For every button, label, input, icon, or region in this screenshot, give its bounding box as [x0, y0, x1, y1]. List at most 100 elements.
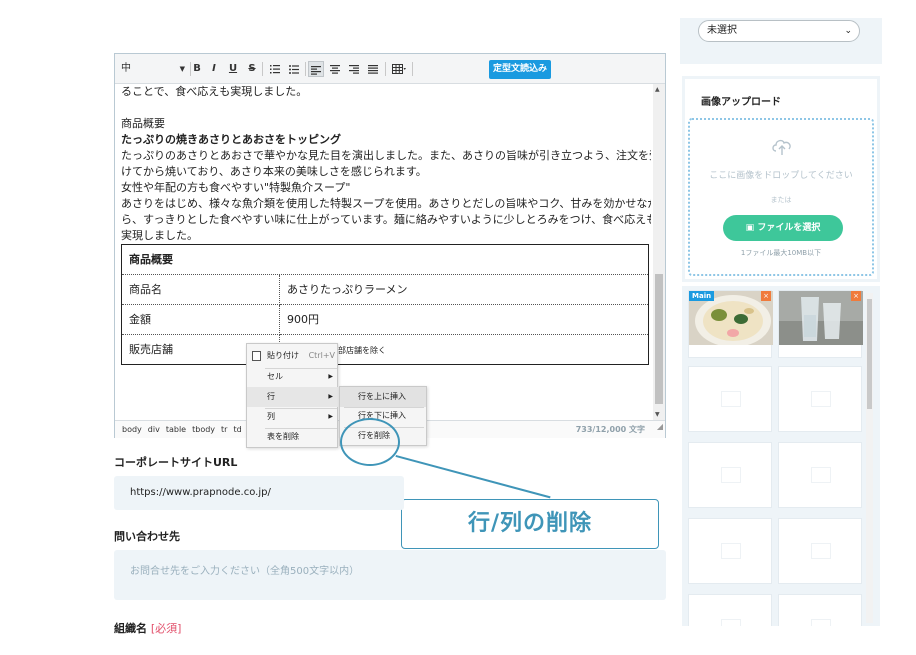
- submenu-arrow-icon: ▶: [328, 413, 333, 420]
- content-heading: たっぷりの焼きあさりとあおさをトッピング: [121, 133, 341, 146]
- path-item[interactable]: tr: [221, 425, 227, 434]
- remove-image-icon[interactable]: ×: [761, 291, 771, 301]
- image-dropzone[interactable]: ここに画像をドロップしてください または ▣ ファイルを選択 1ファイル最大10…: [688, 118, 874, 276]
- contact-label: 問い合わせ先: [114, 530, 180, 543]
- scrollbar-thumb[interactable]: [655, 274, 663, 404]
- chevron-down-icon: ⌄: [844, 26, 852, 36]
- underline-button[interactable]: U: [225, 61, 241, 77]
- path-item[interactable]: body: [122, 425, 142, 434]
- align-center-button[interactable]: [327, 61, 343, 77]
- load-template-button[interactable]: 定型文読込み: [489, 60, 551, 79]
- image-grid-scrollbar[interactable]: [866, 293, 873, 623]
- image-placeholder-icon: [721, 467, 741, 483]
- path-item[interactable]: td: [233, 425, 241, 434]
- table-cell-label[interactable]: 商品名: [121, 274, 280, 305]
- align-right-button[interactable]: [346, 61, 362, 77]
- org-label: 組織名 [必須]: [114, 620, 181, 636]
- upload-title: 画像アップロード: [701, 97, 781, 108]
- image-placeholder-icon: [811, 619, 831, 626]
- image-placeholder-icon: [811, 391, 831, 407]
- empty-image-slot[interactable]: [688, 518, 772, 584]
- contact-textarea[interactable]: お問合せ先をご入力ください（全角500文字以内）: [114, 550, 666, 600]
- scrollbar-thumb[interactable]: [867, 299, 872, 409]
- image-placeholder-icon: [721, 543, 741, 559]
- annotation-circle: [340, 418, 400, 466]
- editor-content[interactable]: ることで、食べ応えも実現しました。 商品概要 たっぷりの焼きあさりとあおさをトッ…: [121, 84, 651, 420]
- align-center-icon: [330, 65, 340, 74]
- align-justify-icon: [368, 65, 378, 74]
- rich-text-editor[interactable]: 中 ▼ B I U S 定型文読込み ることで、食べ応えも実現しました。 商品概…: [114, 53, 666, 438]
- path-item[interactable]: table: [166, 425, 186, 434]
- corporate-url-input[interactable]: https://www.prapnode.co.jp/: [114, 476, 404, 510]
- empty-image-slot[interactable]: [778, 594, 862, 626]
- status-select[interactable]: 未選択 ⌄: [698, 20, 860, 42]
- menu-item-delete-table[interactable]: 表を削除: [247, 427, 339, 447]
- menu-item-column[interactable]: 列 ▶: [247, 407, 339, 427]
- menu-item-row[interactable]: 行 ▶: [247, 387, 339, 407]
- path-item[interactable]: tbody: [192, 425, 215, 434]
- editor-scrollbar[interactable]: ▲ ▼: [653, 84, 665, 420]
- font-size-select[interactable]: 中 ▼: [121, 61, 185, 77]
- empty-image-slot[interactable]: [778, 518, 862, 584]
- italic-button[interactable]: I: [206, 61, 222, 77]
- ordered-list-icon: [270, 65, 280, 74]
- remove-image-icon[interactable]: ×: [851, 291, 861, 301]
- scroll-down-icon[interactable]: ▼: [655, 411, 660, 418]
- empty-image-slot[interactable]: [688, 594, 772, 626]
- table-row[interactable]: 商品名 あさりたっぷりラーメン: [121, 274, 649, 305]
- toolbar-separator: [262, 62, 263, 76]
- image-grid: Main × ×: [682, 286, 880, 626]
- empty-image-slot[interactable]: [688, 366, 772, 432]
- required-badge: [必須]: [150, 622, 182, 635]
- scroll-up-icon[interactable]: ▲: [655, 86, 660, 93]
- menu-item-cell[interactable]: セル ▶: [247, 367, 339, 387]
- cell-overflow-text: 部店舗を除く: [338, 346, 386, 355]
- file-icon: ▣: [745, 223, 758, 233]
- clipboard-icon: [252, 351, 261, 361]
- table-row[interactable]: 金額 900円: [121, 304, 649, 335]
- menu-item-insert-row-above[interactable]: 行を上に挿入: [340, 387, 426, 407]
- menu-item-label: 表を削除: [267, 432, 299, 441]
- align-right-icon: [349, 65, 359, 74]
- menu-item-label: セル: [267, 372, 283, 381]
- image-placeholder-icon: [721, 619, 741, 626]
- select-value: 未選択: [707, 25, 737, 36]
- drop-hint: ここに画像をドロップしてください: [709, 171, 853, 181]
- content-line: あさりをはじめ、様々な魚介類を使用した特製スープを使用。あさりとだしの旨味やコク…: [121, 197, 651, 210]
- submenu-arrow-icon: ▶: [328, 373, 333, 380]
- content-line: 商品概要: [121, 117, 165, 130]
- table-cell-value[interactable]: あさりたっぷりラーメン: [279, 274, 649, 305]
- menu-item-label: 行: [267, 392, 275, 401]
- annotation-callout: 行/列の削除: [401, 499, 659, 549]
- dropdown-arrow-icon: ▼: [179, 65, 185, 73]
- path-item[interactable]: div: [148, 425, 160, 434]
- table-cell-value[interactable]: 900円: [279, 304, 649, 335]
- corporate-url-label: コーポレートサイトURL: [114, 456, 238, 469]
- table-row[interactable]: 商品概要: [121, 244, 649, 275]
- empty-image-slot[interactable]: [778, 442, 862, 508]
- table-header-cell[interactable]: 商品概要: [121, 244, 649, 275]
- ordered-list-button[interactable]: [267, 61, 283, 77]
- resize-handle-icon[interactable]: ◢: [657, 418, 663, 436]
- element-path: body div table tbody tr td: [122, 421, 248, 439]
- table-context-menu: 貼り付け Ctrl+V セル ▶ 行 ▶ 列 ▶ 表を削除: [246, 343, 339, 448]
- select-file-button[interactable]: ▣ ファイルを選択: [723, 215, 843, 241]
- image-tile[interactable]: ×: [778, 290, 863, 358]
- image-tile-main[interactable]: Main ×: [688, 290, 773, 358]
- bold-button[interactable]: B: [189, 61, 205, 77]
- shortcut-label: Ctrl+V: [308, 351, 335, 360]
- main-badge: Main: [689, 291, 715, 301]
- table-icon: [392, 64, 406, 74]
- empty-image-slot[interactable]: [688, 442, 772, 508]
- strikethrough-button[interactable]: S: [244, 61, 260, 77]
- menu-item-paste[interactable]: 貼り付け Ctrl+V: [247, 346, 339, 366]
- table-cell-label[interactable]: 金額: [121, 304, 280, 335]
- align-justify-button[interactable]: [365, 61, 381, 77]
- or-text: または: [770, 196, 792, 204]
- bullet-list-button[interactable]: [286, 61, 302, 77]
- align-left-icon: [311, 66, 321, 75]
- table-button[interactable]: [388, 61, 410, 77]
- empty-image-slot[interactable]: [778, 366, 862, 432]
- align-left-button[interactable]: [308, 61, 324, 77]
- image-placeholder-icon: [811, 543, 831, 559]
